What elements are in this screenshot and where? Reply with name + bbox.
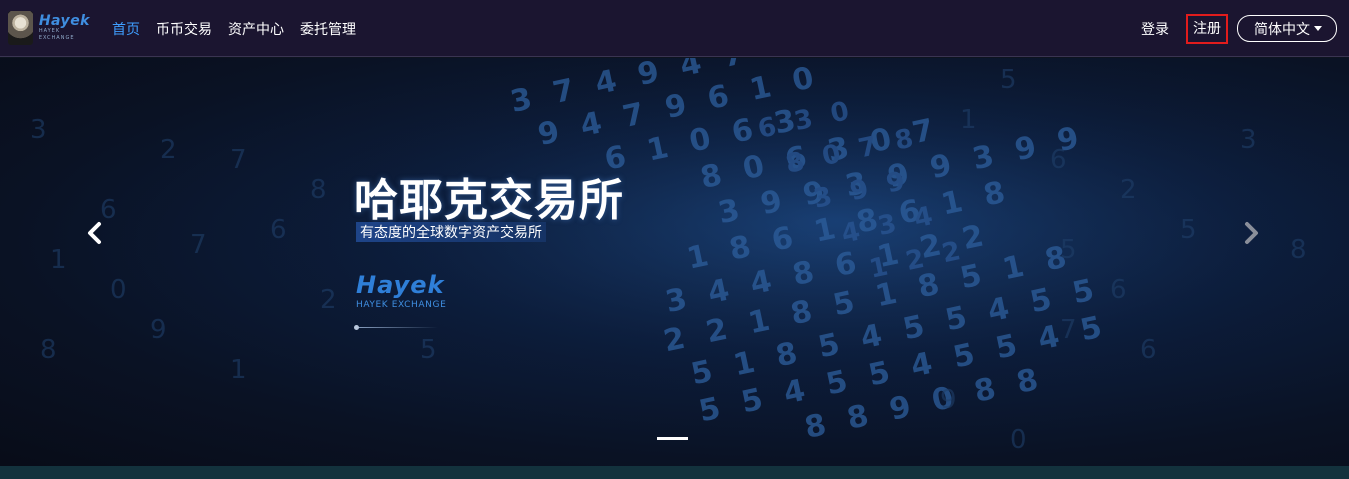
svg-text:7: 7 [190,230,207,260]
nav-home[interactable]: 首页 [112,19,140,39]
logo-tagline: HAYEK EXCHANGE [38,28,75,41]
svg-text:5: 5 [420,335,437,365]
svg-text:1: 1 [960,105,977,135]
svg-text:5: 5 [1000,65,1017,95]
hero-brand-logo: Hayek HAYEK EXCHANGE [356,272,446,310]
svg-text:0: 0 [110,275,127,305]
svg-text:6: 6 [1140,335,1157,365]
svg-text:2: 2 [1120,175,1137,205]
logo-text: Hayek HAYEK EXCHANGE [39,14,90,42]
svg-text:5: 5 [1180,215,1197,245]
svg-text:8: 8 [40,335,57,365]
hero-brand-tagline: HAYEK EXCHANGE [356,300,447,310]
svg-text:6: 6 [270,215,287,245]
svg-text:6: 6 [1050,145,1067,175]
login-link[interactable]: 登录 [1141,19,1169,39]
hero-subtitle: 有态度的全球数字资产交易所 [356,222,546,242]
top-navbar: Hayek HAYEK EXCHANGE 首页 币币交易 资产中心 委托管理 登… [0,0,1349,57]
svg-text:8: 8 [1290,235,1307,265]
svg-text:5: 5 [1060,235,1077,265]
nav-right-actions: 登录 注册 简体中文 [1141,0,1337,57]
svg-text:2: 2 [160,135,177,165]
language-label: 简体中文 [1254,21,1310,38]
logo-wordmark: Hayek [38,13,90,29]
hero-title: 哈耶克交易所 [354,175,624,226]
svg-text:7: 7 [230,145,247,175]
svg-text:0: 0 [1010,425,1027,455]
svg-text:9: 9 [940,385,957,415]
svg-text:7: 7 [1060,315,1077,345]
hero-carousel: 3 7 4 9 4 7 9 4 7 9 6 1 0 6 1 0 6 3 8 0 … [0,58,1349,466]
hero-divider-dot [354,325,359,330]
svg-text:1: 1 [50,245,67,275]
chevron-right-icon [1245,222,1258,244]
hero-divider [356,327,438,328]
carousel-next-button[interactable] [1236,218,1266,248]
svg-text:2: 2 [320,285,337,315]
svg-text:3: 3 [30,115,47,145]
carousel-prev-button[interactable] [80,218,110,248]
chevron-left-icon [88,222,101,244]
language-selector[interactable]: 简体中文 [1237,15,1337,42]
nav-asset-center[interactable]: 资产中心 [228,19,284,39]
nav-coin-trading[interactable]: 币币交易 [156,19,212,39]
svg-text:3: 3 [1240,125,1257,155]
hero-brand-wordmark: Hayek [356,271,445,299]
svg-text:6: 6 [1110,275,1127,305]
next-section-edge [0,466,1349,479]
svg-text:8: 8 [310,175,327,205]
svg-text:9: 9 [150,315,167,345]
digital-numbers-background: 3 7 4 9 4 7 9 4 7 9 6 1 0 6 1 0 6 3 8 0 … [0,58,1349,466]
carousel-indicator-1[interactable] [657,437,688,440]
site-logo[interactable]: Hayek HAYEK EXCHANGE [8,10,90,46]
logo-portrait-image [8,11,33,45]
main-nav: 首页 币币交易 资产中心 委托管理 [112,0,372,57]
nav-order-management[interactable]: 委托管理 [300,19,356,39]
svg-text:1: 1 [230,355,247,385]
caret-down-icon [1314,26,1322,31]
register-button[interactable]: 注册 [1186,13,1228,44]
